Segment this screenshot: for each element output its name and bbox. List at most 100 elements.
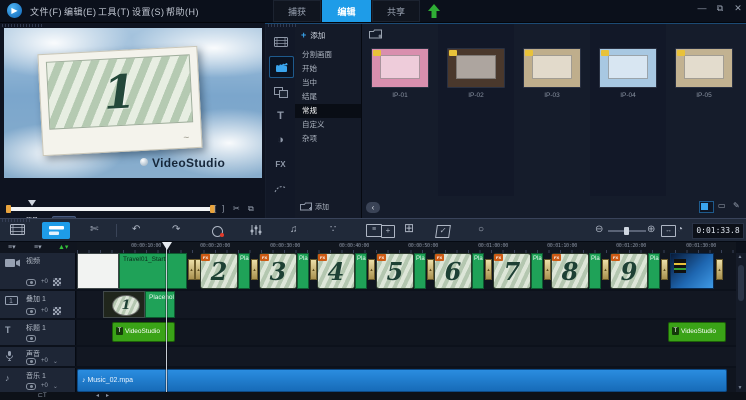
category-custom[interactable]: 自定义 [295, 118, 361, 132]
split-screen-template-button[interactable]: ⊞ [404, 222, 414, 234]
menu-edit[interactable]: 编辑(E) [64, 5, 97, 18]
edit-template-button[interactable]: ✎ [733, 201, 740, 210]
track-header-voice[interactable]: 声音 +0⌄ [0, 347, 76, 366]
placeholder-strip[interactable]: Pla [589, 253, 601, 289]
restore-button[interactable]: ⧉ [712, 3, 728, 14]
track-header-music[interactable]: ♪ 音乐 1 +0⌄ [0, 368, 76, 392]
track-add-icon[interactable]: ≡▾ [34, 243, 42, 251]
title-clip-videostudio-end[interactable]: TVideoStudio [668, 322, 726, 342]
mark-out-button[interactable]: ] [222, 204, 224, 213]
video-clip-placeholder-7[interactable]: FX7 Pla ▲ [493, 253, 551, 289]
chevron-down-icon[interactable]: ⌄ [53, 358, 58, 365]
music-clip[interactable]: ♪ Music_02.mpa [77, 369, 727, 392]
auto-music-button[interactable]: ♫ [290, 224, 298, 236]
menu-file[interactable]: 文件(F) [30, 5, 62, 18]
panel-drag-handle[interactable] [2, 24, 42, 27]
transition-icon[interactable]: ▲ [310, 259, 317, 280]
category-general[interactable]: 常规 [295, 104, 361, 118]
ending-clip[interactable] [670, 253, 714, 289]
track-gain[interactable]: +0 [41, 383, 48, 389]
transition-icon[interactable]: ▲ [251, 259, 258, 280]
ripple-link-icon[interactable] [26, 335, 36, 342]
placeholder-strip[interactable]: Pla [472, 253, 484, 289]
tab-capture[interactable]: 捕获 [273, 0, 321, 22]
tab-share[interactable]: 共享 [372, 0, 420, 22]
playhead-marker[interactable] [162, 242, 172, 250]
category-start[interactable]: 开始 [295, 62, 361, 76]
seek-bar[interactable] [8, 207, 213, 211]
upgrade-arrow-icon[interactable] [428, 4, 440, 18]
media-library-icon[interactable] [269, 32, 292, 52]
utility-knife-button[interactable]: ✄ [90, 224, 98, 236]
placeholder-strip[interactable]: Pla [238, 253, 250, 289]
template-thumb-ip04[interactable] [599, 48, 657, 88]
gallery-back-button[interactable]: ‹ [366, 202, 380, 213]
scroll-right-icon[interactable]: ▸ [106, 392, 109, 400]
category-misc[interactable]: 杂项 [295, 132, 361, 146]
transition-icon[interactable]: ▲ [485, 259, 492, 280]
fit-project-to-timeline-button[interactable]: ↔ [661, 225, 676, 237]
ripple-link-icon[interactable] [26, 358, 36, 365]
swap-track-icon[interactable]: ⊏T [38, 392, 47, 400]
record-capture-button[interactable] [212, 226, 223, 237]
ripple-link-icon[interactable] [26, 279, 36, 286]
filter-library-icon[interactable]: FX [269, 154, 292, 174]
storyboard-view-button[interactable] [10, 224, 25, 235]
template-thumb-ip01[interactable] [371, 48, 429, 88]
chevron-down-icon[interactable]: ⌄ [53, 383, 58, 390]
transition-icon[interactable]: ▲ [602, 259, 609, 280]
clip-travel-intro[interactable] [77, 253, 119, 289]
track-manager-icon[interactable]: ≡▾ [8, 243, 16, 251]
menu-settings[interactable]: 设置(S) [132, 5, 165, 18]
category-split-screen[interactable]: 分割画面 [295, 48, 361, 62]
overlay-track[interactable]: 1 Placehold [77, 291, 736, 318]
video-clip-placeholder-3[interactable]: FX3 Pla ▲ [259, 253, 317, 289]
template-thumb-ip05[interactable] [675, 48, 733, 88]
lasso-select-button[interactable]: ○ [478, 224, 484, 236]
sound-mixer-button[interactable] [250, 224, 262, 236]
track-gain[interactable]: +0 [41, 308, 48, 314]
trim-handle-left[interactable] [6, 205, 11, 213]
timeline-zoom-in-button[interactable]: ⊕ [647, 224, 655, 236]
transition-icon[interactable]: ▲ [544, 259, 551, 280]
placeholder-strip[interactable]: Pla [414, 253, 426, 289]
menu-help[interactable]: 帮助(H) [166, 5, 199, 18]
split-clip-button[interactable]: ✂ [233, 204, 240, 213]
playhead-line[interactable] [166, 242, 167, 392]
graphics-library-icon[interactable]: ◑ [269, 130, 292, 150]
overlay-clip[interactable]: 1 [103, 291, 145, 318]
ripple-edit-icon[interactable]: ▲▾ [58, 243, 68, 251]
library-drag-handle[interactable] [268, 24, 296, 27]
overlay-clip-label[interactable]: Placehold [145, 291, 175, 318]
transparency-icon[interactable] [53, 307, 61, 315]
template-thumb-ip03[interactable] [523, 48, 581, 88]
track-header-video[interactable]: 视频 +0 [0, 253, 76, 289]
template-thumb-ip02[interactable] [447, 48, 505, 88]
placeholder-strip[interactable]: Pla [355, 253, 367, 289]
title-library-icon[interactable]: T [269, 106, 292, 126]
music-track[interactable]: ♪ Music_02.mpa [77, 368, 736, 392]
clip-travel-label[interactable]: Travel01_Start [119, 253, 187, 289]
scrollbar-thumb[interactable] [738, 265, 744, 301]
mark-in-button[interactable]: [ [214, 204, 216, 213]
timeline-scrollbar[interactable]: ▲ ▼ [736, 253, 746, 392]
slider-thumb[interactable] [624, 227, 629, 235]
title-track[interactable]: TVideoStudio TVideoStudio [77, 320, 736, 345]
track-header-overlay[interactable]: 1 叠加 1 +0 [0, 291, 76, 318]
video-clip-placeholder-6[interactable]: FX6 Pla ▲ [434, 253, 492, 289]
ripple-link-icon[interactable] [26, 383, 36, 390]
close-button[interactable]: ✕ [730, 3, 746, 14]
scroll-down-icon[interactable]: ▼ [738, 385, 743, 391]
video-track[interactable]: Travel01_Start ▲ ▲ FX2 Pla ▲ FX3 Pla ▲ F… [77, 253, 736, 289]
video-clip-placeholder-4[interactable]: FX4 Pla ▲ [317, 253, 375, 289]
transparency-icon[interactable] [53, 278, 61, 286]
transition-icon[interactable]: ▲ [661, 259, 668, 280]
category-middle[interactable]: 当中 [295, 76, 361, 90]
minimize-button[interactable]: — [694, 3, 710, 13]
placeholder-strip[interactable]: Pla [297, 253, 309, 289]
placeholder-strip[interactable]: Pla [531, 253, 543, 289]
transition-icon[interactable]: ▲ [716, 259, 723, 280]
ripple-link-icon[interactable] [26, 308, 36, 315]
subtitle-editor-button[interactable]: ≡ [366, 224, 382, 237]
project-duration-value[interactable]: 0:01:33.8 [692, 223, 744, 239]
